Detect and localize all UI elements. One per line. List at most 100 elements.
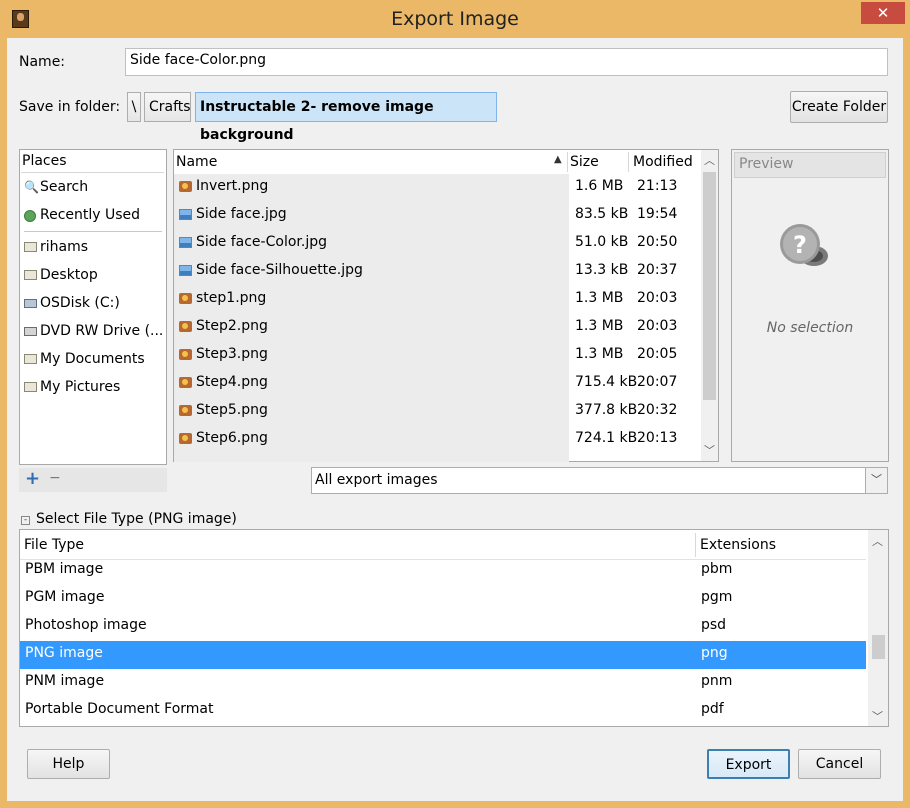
- column-file-type[interactable]: File Type: [24, 537, 84, 553]
- file-modified: 21:13: [637, 178, 678, 194]
- file-type-extension: pdf: [701, 701, 724, 717]
- preview-empty-text: No selection: [766, 320, 854, 336]
- file-modified: 20:03: [637, 290, 678, 306]
- file-type-row[interactable]: Portable Document Format pdf: [20, 697, 866, 725]
- file-name: Side face.jpg: [196, 206, 287, 222]
- scroll-down-icon[interactable]: ﹀: [701, 442, 718, 458]
- help-button[interactable]: Help: [27, 749, 110, 779]
- recent-icon: [24, 210, 36, 222]
- file-row[interactable]: Side face-Color.jpg 51.0 kB 20:50: [174, 229, 701, 257]
- search-icon: 🔍: [24, 180, 39, 194]
- file-filter-combo[interactable]: All export images ﹀: [311, 467, 888, 494]
- folder-icon: [24, 354, 37, 364]
- jpg-file-icon: [179, 209, 192, 220]
- chevron-down-icon[interactable]: ﹀: [865, 468, 887, 493]
- column-name[interactable]: Name: [176, 154, 217, 170]
- column-modified[interactable]: Modified: [633, 154, 693, 170]
- window-title: Export Image: [391, 8, 519, 30]
- place-search[interactable]: 🔍 Search: [20, 176, 166, 200]
- file-type-name: PNG image: [25, 645, 103, 661]
- file-type-row[interactable]: PNM image pnm: [20, 669, 866, 697]
- file-row[interactable]: Step2.png 1.3 MB 20:03: [174, 313, 701, 341]
- place-recently-used[interactable]: Recently Used: [20, 204, 166, 228]
- files-scroll-thumb[interactable]: [703, 172, 716, 400]
- file-row[interactable]: Step3.png 1.3 MB 20:05: [174, 341, 701, 369]
- file-type-row[interactable]: Photoshop image psd: [20, 613, 866, 641]
- breadcrumb-crafts[interactable]: Crafts: [144, 92, 191, 122]
- file-size: 51.0 kB: [575, 234, 629, 250]
- sort-ascending-icon: ▲: [554, 154, 562, 165]
- column-size[interactable]: Size: [570, 154, 599, 170]
- title-bar[interactable]: Export Image ✕: [0, 0, 910, 38]
- preview-header[interactable]: Preview: [734, 152, 886, 178]
- place-desktop[interactable]: Desktop: [20, 264, 166, 288]
- breadcrumb-current-folder[interactable]: Instructable 2- remove image background: [195, 92, 497, 143]
- remove-bookmark-button[interactable]: −: [49, 470, 61, 486]
- file-size: 1.3 MB: [575, 290, 624, 306]
- file-type-name: PBM image: [25, 561, 104, 577]
- create-folder-button[interactable]: Create Folder: [790, 91, 888, 123]
- files-scrollbar[interactable]: ︿ ﹀: [701, 150, 718, 461]
- no-preview-icon: ?: [778, 222, 828, 268]
- file-modified: 20:32: [637, 402, 678, 418]
- file-row[interactable]: step1.png 1.3 MB 20:03: [174, 285, 701, 313]
- place-my-pictures[interactable]: My Pictures: [20, 376, 166, 400]
- file-row[interactable]: Step4.png 715.4 kB 20:07: [174, 369, 701, 397]
- place-dvd-drive[interactable]: DVD RW Drive (...: [20, 320, 166, 344]
- collapse-icon: -: [21, 516, 30, 525]
- png-file-icon: [179, 181, 192, 192]
- file-name: Side face-Silhouette.jpg: [196, 262, 363, 278]
- file-name: Invert.png: [196, 178, 269, 194]
- scroll-up-icon[interactable]: ︿: [701, 152, 718, 168]
- scroll-up-icon[interactable]: ︿: [869, 533, 886, 549]
- add-bookmark-button[interactable]: +: [25, 468, 40, 489]
- file-row[interactable]: Invert.png 1.6 MB 21:13: [174, 173, 701, 201]
- file-size: 83.5 kB: [575, 206, 629, 222]
- file-type-row[interactable]: PGM image pgm: [20, 585, 866, 613]
- file-modified: 20:03: [637, 318, 678, 334]
- file-modified: 20:50: [637, 234, 678, 250]
- file-type-header: File Type Extensions: [20, 530, 866, 560]
- file-size: 13.3 kB: [575, 262, 629, 278]
- file-name: step1.png: [196, 290, 267, 306]
- place-my-documents[interactable]: My Documents: [20, 348, 166, 372]
- file-size: 724.1 kB: [575, 430, 638, 446]
- folder-icon: [24, 270, 37, 280]
- place-osdisk[interactable]: OSDisk (C:): [20, 292, 166, 316]
- file-modified: 19:54: [637, 206, 678, 222]
- file-name: Step3.png: [196, 346, 268, 362]
- file-row[interactable]: Step6.png 724.1 kB 20:13: [174, 425, 701, 453]
- file-list: Invert.png 1.6 MB 21:13 Side face.jpg 83.5 k…: [174, 173, 701, 463]
- cancel-button[interactable]: Cancel: [798, 749, 881, 779]
- file-type-scrollbar[interactable]: ︿ ﹀: [868, 530, 888, 726]
- file-type-row[interactable]: PNG image png: [20, 641, 866, 669]
- file-type-scroll-thumb[interactable]: [872, 635, 885, 659]
- file-size: 1.3 MB: [575, 318, 624, 334]
- folder-icon: [24, 242, 37, 252]
- file-row[interactable]: Side face-Silhouette.jpg 13.3 kB 20:37: [174, 257, 701, 285]
- file-type-name: PGM image: [25, 589, 105, 605]
- file-type-extension: pbm: [701, 561, 733, 577]
- file-modified: 20:05: [637, 346, 678, 362]
- scroll-down-icon[interactable]: ﹀: [869, 708, 886, 724]
- column-extensions[interactable]: Extensions: [700, 537, 776, 553]
- export-image-dialog: Export Image ✕ Name: Side face-Color.png…: [0, 0, 910, 808]
- file-row[interactable]: Step5.png 377.8 kB 20:32: [174, 397, 701, 425]
- places-header[interactable]: Places: [22, 153, 67, 169]
- file-type-extension: png: [701, 645, 728, 661]
- file-type-name: Photoshop image: [25, 617, 147, 633]
- file-name: Step4.png: [196, 374, 268, 390]
- file-name: Step6.png: [196, 430, 268, 446]
- file-type-row[interactable]: PBM image pbm: [20, 557, 866, 585]
- place-rihams[interactable]: rihams: [20, 236, 166, 260]
- file-modified: 20:13: [637, 430, 678, 446]
- export-button[interactable]: Export: [707, 749, 790, 779]
- breadcrumb-root[interactable]: \: [127, 92, 141, 122]
- svg-text:?: ?: [793, 231, 807, 259]
- png-file-icon: [179, 405, 192, 416]
- file-row[interactable]: Side face.jpg 83.5 kB 19:54: [174, 201, 701, 229]
- close-button[interactable]: ✕: [861, 2, 905, 24]
- filename-input[interactable]: Side face-Color.png: [125, 48, 888, 76]
- file-modified: 20:07: [637, 374, 678, 390]
- file-type-extension: psd: [701, 617, 727, 633]
